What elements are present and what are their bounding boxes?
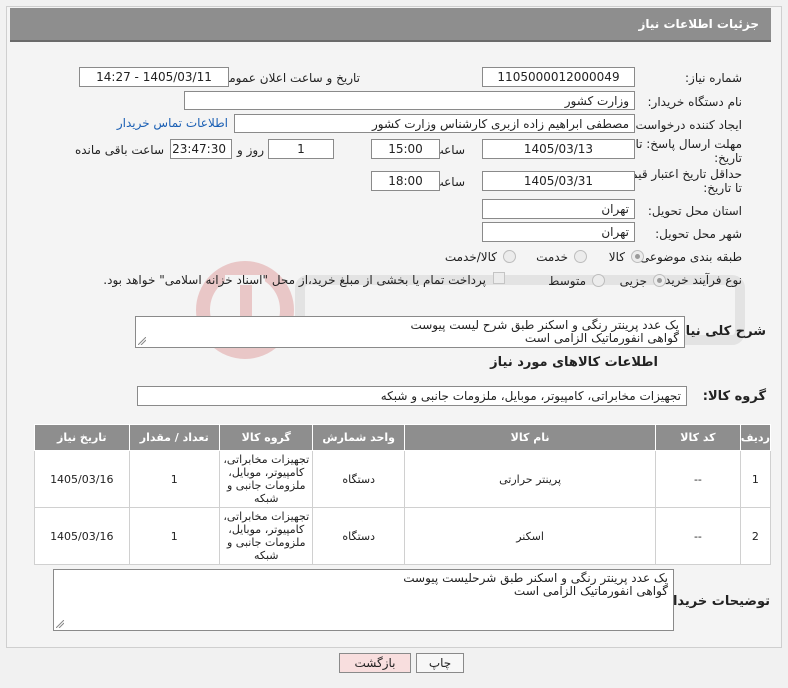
remaining-time-field: 23:47:30 xyxy=(170,139,232,159)
cell-row: 1 xyxy=(739,450,772,508)
requester-label: ایجاد کننده درخواست: xyxy=(631,118,742,132)
buyer-notes-line-2: گواهی انفورماتیک الزامی است xyxy=(513,584,668,598)
cell-group-line: ملزومات جانبی و xyxy=(226,479,306,492)
process-option-minor: جزیی xyxy=(619,274,647,288)
col-unit: واحد شمارش xyxy=(312,424,405,451)
category-option-goods: کالا xyxy=(608,250,625,264)
cell-group: تجهیزات مخابراتی، کامپیوتر، موبایل، ملزو… xyxy=(218,450,314,508)
cell-group-line: تجهیزات مخابراتی، xyxy=(223,453,310,466)
goods-group-label: گروه کالا: xyxy=(702,389,766,404)
cell-group-line: ملزومات جانبی و xyxy=(226,536,306,549)
announce-datetime-label: تاریخ و ساعت اعلان عمومی: xyxy=(215,71,360,85)
treasury-payment-note: پرداخت تمام یا بخشی از مبلغ خرید،از محل … xyxy=(103,273,486,287)
cell-group-line: کامپیوتر، موبایل، xyxy=(228,523,305,536)
print-button[interactable]: چاپ xyxy=(416,653,464,673)
buyer-org-field: وزارت کشور xyxy=(184,91,635,110)
cell-code: -- xyxy=(655,507,741,565)
city-field: تهران xyxy=(482,222,635,242)
category-label: طبقه بندی موضوعی: xyxy=(635,250,742,264)
category-radio-goods-service[interactable] xyxy=(503,250,516,263)
items-table: ردیف کد کالا نام کالا واحد شمارش گروه کا… xyxy=(34,424,772,565)
summary-line-2: گواهی انفورماتیک الزامی است xyxy=(524,331,679,345)
remaining-days-field: 1 xyxy=(268,139,334,159)
buyer-notes-label: توضیحات خریدار: xyxy=(660,594,770,609)
validity-label-line2: تا تاریخ: xyxy=(703,181,742,195)
buyer-notes-textarea[interactable]: یک عدد پرینتر رنگی و اسکنر طبق شرحلیست پ… xyxy=(53,569,674,631)
deadline-date-field: 1405/03/13 xyxy=(482,139,635,159)
cell-date: 1405/03/16 xyxy=(34,507,130,565)
deadline-time-field: 15:00 xyxy=(371,139,440,159)
remaining-label: ساعت باقی مانده xyxy=(74,143,164,157)
deadline-label-line2: تاریخ: xyxy=(714,151,742,165)
treasury-payment-checkbox[interactable] xyxy=(493,272,505,284)
col-code: کد کالا xyxy=(655,424,741,451)
resize-handle-icon[interactable] xyxy=(56,620,64,628)
col-row: ردیف xyxy=(739,424,772,451)
city-label: شهر محل تحویل: xyxy=(655,227,742,241)
category-radio-service[interactable] xyxy=(574,250,587,263)
cell-group-line: شبکه xyxy=(253,492,279,505)
validity-date-field: 1405/03/31 xyxy=(482,171,635,191)
process-radio-minor[interactable] xyxy=(653,274,666,287)
category-option-service: خدمت xyxy=(536,250,568,264)
cell-code: -- xyxy=(655,450,741,508)
cell-unit: دستگاه xyxy=(312,507,405,565)
summary-label: شرح کلی نیاز: xyxy=(672,324,766,339)
need-number-label: شماره نیاز: xyxy=(685,71,742,85)
process-label: نوع فرآیند خرید : xyxy=(657,273,742,287)
cell-row: 2 xyxy=(739,507,772,565)
cell-name: اسکنر xyxy=(403,507,657,565)
category-option-goods-service: کالا/خدمت xyxy=(444,250,497,264)
province-field: تهران xyxy=(482,199,635,219)
col-group: گروه کالا xyxy=(218,424,314,451)
cell-group-line: کامپیوتر، موبایل، xyxy=(228,466,305,479)
cell-group: تجهیزات مخابراتی، کامپیوتر، موبایل، ملزو… xyxy=(218,507,314,565)
validity-time-field: 18:00 xyxy=(371,171,440,191)
process-radio-medium[interactable] xyxy=(592,274,605,287)
category-radio-goods[interactable] xyxy=(631,250,644,263)
cell-date: 1405/03/16 xyxy=(34,450,130,508)
cell-qty: 1 xyxy=(128,507,221,565)
col-qty: تعداد / مقدار xyxy=(128,424,221,451)
table-row: 2 -- اسکنر دستگاه تجهیزات مخابراتی، کامپ… xyxy=(34,507,772,565)
cell-group-line: تجهیزات مخابراتی، xyxy=(223,510,310,523)
back-button[interactable]: بازگشت xyxy=(339,653,411,673)
panel-title: جزئیات اطلاعات نیاز xyxy=(10,8,771,42)
deadline-label-line1: مهلت ارسال پاسخ: تا xyxy=(635,137,742,151)
buyer-contact-link[interactable]: اطلاعات تماس خریدار xyxy=(117,116,228,130)
summary-textarea[interactable]: یک عدد پرینتر رنگی و اسکنر طبق شرح لیست … xyxy=(135,316,685,348)
province-label: استان محل تحویل: xyxy=(647,204,742,218)
goods-section-title: اطلاعات کالاهای مورد نیاز xyxy=(490,355,658,370)
process-option-medium: متوسط xyxy=(548,274,586,288)
goods-group-field: تجهیزات مخابراتی، کامپیوتر، موبایل، ملزو… xyxy=(137,386,687,406)
cell-qty: 1 xyxy=(128,450,221,508)
cell-group-line: شبکه xyxy=(253,549,279,562)
cell-unit: دستگاه xyxy=(312,450,405,508)
need-number-field: 1105000012000049 xyxy=(482,67,635,87)
requester-field: مصطفی ابراهیم زاده ازبری کارشناس وزارت ک… xyxy=(234,114,635,133)
table-header-row: ردیف کد کالا نام کالا واحد شمارش گروه کا… xyxy=(34,424,772,451)
resize-handle-icon[interactable] xyxy=(138,337,146,345)
col-date: تاریخ نیاز xyxy=(34,424,130,451)
buyer-org-label: نام دستگاه خریدار: xyxy=(647,95,743,109)
cell-name: پرینتر حرارتی xyxy=(403,450,657,508)
col-name: نام کالا xyxy=(403,424,657,451)
announce-datetime-field: 1405/03/11 - 14:27 xyxy=(79,67,229,87)
days-label: روز و xyxy=(237,143,264,157)
table-row: 1 -- پرینتر حرارتی دستگاه تجهیزات مخابرا… xyxy=(34,450,772,508)
